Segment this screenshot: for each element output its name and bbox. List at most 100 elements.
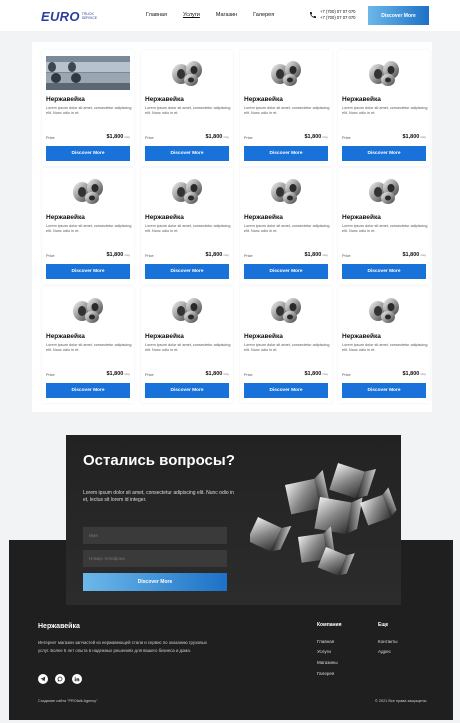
product-card: Нержавейка Lorem ipsum dolor sit amet, c…	[240, 287, 332, 403]
nav-services[interactable]: Услуги	[183, 12, 200, 18]
product-title[interactable]: Нержавейка	[244, 96, 283, 103]
price-label: Price	[145, 373, 154, 377]
product-card: Нержавейка Lorem ipsum dolor sit amet, c…	[338, 287, 430, 403]
product-image[interactable]	[244, 174, 328, 208]
product-image[interactable]	[342, 56, 426, 90]
product-price: $1,800/day	[205, 252, 230, 258]
nav-shop[interactable]: Магазин	[216, 12, 237, 18]
product-discover-button[interactable]: Discover More	[244, 383, 328, 398]
pipe-fitting-icon	[73, 298, 103, 323]
product-discover-button[interactable]: Discover More	[342, 383, 426, 398]
product-discover-button[interactable]: Discover More	[145, 264, 229, 279]
product-image[interactable]	[145, 56, 229, 90]
footer-description: Интернет магазин запчастей из нержавеюще…	[38, 640, 207, 653]
product-discover-button[interactable]: Discover More	[244, 264, 328, 279]
product-title[interactable]: Нержавейка	[46, 96, 85, 103]
product-title[interactable]: Нержавейка	[244, 333, 283, 340]
footer-link-shops[interactable]: Магазины	[317, 660, 338, 665]
product-discover-button[interactable]: Discover More	[46, 146, 130, 161]
pipe-fitting-icon	[271, 61, 301, 86]
product-card: Нержавейка Lorem ipsum dolor sit amet, c…	[240, 50, 332, 166]
product-description: Lorem ipsum dolor sit amet, consectetur …	[46, 343, 132, 352]
footer-title: Нержавейка	[38, 623, 80, 630]
contact-text: Lorem ipsum dolor sit amet, consectetur …	[83, 490, 234, 503]
product-discover-button[interactable]: Discover More	[46, 383, 130, 398]
product-description: Lorem ipsum dolor sit amet, consectetur …	[342, 224, 428, 233]
product-price: $1,800/day	[205, 134, 230, 140]
product-price: $1,800/day	[205, 371, 230, 377]
price-label: Price	[46, 254, 55, 258]
product-discover-button[interactable]: Discover More	[145, 383, 229, 398]
contact-heading: Остались вопросы?	[83, 452, 235, 469]
pipe-fitting-icon	[271, 179, 301, 204]
pipe-fitting-icon	[172, 179, 202, 204]
product-discover-button[interactable]: Discover More	[244, 146, 328, 161]
price-label: Price	[46, 136, 55, 140]
product-image[interactable]	[46, 293, 130, 327]
price-label: Price	[342, 136, 351, 140]
pipe-fitting-icon	[172, 61, 202, 86]
footer-link-home[interactable]: Главная	[317, 639, 334, 644]
product-title[interactable]: Нержавейка	[145, 96, 184, 103]
product-discover-button[interactable]: Discover More	[342, 264, 426, 279]
product-price: $1,800/day	[106, 371, 131, 377]
product-description: Lorem ipsum dolor sit amet, consectetur …	[244, 106, 330, 115]
footer-link-contacts[interactable]: Контакты	[378, 639, 397, 644]
logo[interactable]: EURO TRUCK SERVICE	[41, 9, 97, 24]
product-card: Нержавейка Lorem ipsum dolor sit amet, c…	[141, 50, 233, 166]
product-discover-button[interactable]: Discover More	[342, 146, 426, 161]
product-image[interactable]	[244, 56, 328, 90]
social-links	[38, 674, 82, 684]
product-title[interactable]: Нержавейка	[244, 214, 283, 221]
footer-col-more-title: Еще	[378, 622, 389, 628]
price-label: Price	[244, 373, 253, 377]
telegram-icon[interactable]	[38, 674, 48, 684]
product-card: Нержавейка Lorem ipsum dolor sit amet, c…	[338, 50, 430, 166]
product-card: Нержавейка Lorem ipsum dolor sit amet, c…	[141, 168, 233, 284]
main-nav: Главная Услуги Магазин Галерея	[146, 12, 290, 18]
product-description: Lorem ipsum dolor sit amet, consectetur …	[342, 106, 428, 115]
metal-cubes-illustration	[250, 463, 397, 576]
product-title[interactable]: Нержавейка	[145, 333, 184, 340]
nav-gallery[interactable]: Галерея	[253, 12, 274, 18]
phone-icon	[310, 12, 316, 18]
price-label: Price	[342, 373, 351, 377]
product-price: $1,800/day	[402, 252, 427, 258]
product-title[interactable]: Нержавейка	[46, 214, 85, 221]
product-title[interactable]: Нержавейка	[145, 214, 184, 221]
product-image[interactable]	[342, 293, 426, 327]
product-description: Lorem ipsum dolor sit amet, consectetur …	[342, 343, 428, 352]
logo-text: EURO	[41, 9, 80, 24]
header-discover-button[interactable]: Discover More	[368, 6, 429, 25]
footer-link-gallery[interactable]: Галерея	[317, 671, 334, 676]
product-title[interactable]: Нержавейка	[342, 333, 381, 340]
nav-home[interactable]: Главная	[146, 12, 167, 18]
footer-credit[interactable]: Создание сайта "PROtalk Agency"	[38, 699, 98, 703]
product-price: $1,800/day	[304, 252, 329, 258]
whatsapp-icon[interactable]	[55, 674, 65, 684]
product-image[interactable]	[46, 174, 130, 208]
phone-input[interactable]	[83, 550, 227, 567]
product-image[interactable]	[342, 174, 426, 208]
product-card: Нержавейка Lorem ipsum dolor sit amet, c…	[42, 168, 134, 284]
contact-submit-button[interactable]: Discover More	[83, 573, 227, 591]
product-image[interactable]	[145, 174, 229, 208]
name-input[interactable]	[83, 527, 227, 544]
pipe-fitting-icon	[271, 298, 301, 323]
footer-copyright: © 2021 Все права защищены	[375, 699, 427, 703]
logo-subtext: TRUCK SERVICE	[81, 11, 98, 20]
product-description: Lorem ipsum dolor sit amet, consectetur …	[46, 224, 132, 233]
product-discover-button[interactable]: Discover More	[145, 146, 229, 161]
phone-number-2[interactable]: +7 (700) 07 07 070	[320, 15, 356, 21]
footer-link-address[interactable]: Адрес	[378, 649, 391, 654]
product-image[interactable]	[46, 56, 130, 90]
product-title[interactable]: Нержавейка	[342, 96, 381, 103]
product-title[interactable]: Нержавейка	[46, 333, 85, 340]
product-image[interactable]	[244, 293, 328, 327]
linkedin-icon[interactable]	[72, 674, 82, 684]
product-discover-button[interactable]: Discover More	[46, 264, 130, 279]
product-image[interactable]	[145, 293, 229, 327]
product-price: $1,800/day	[106, 134, 131, 140]
product-title[interactable]: Нержавейка	[342, 214, 381, 221]
footer-link-services[interactable]: Услуги	[317, 649, 331, 654]
